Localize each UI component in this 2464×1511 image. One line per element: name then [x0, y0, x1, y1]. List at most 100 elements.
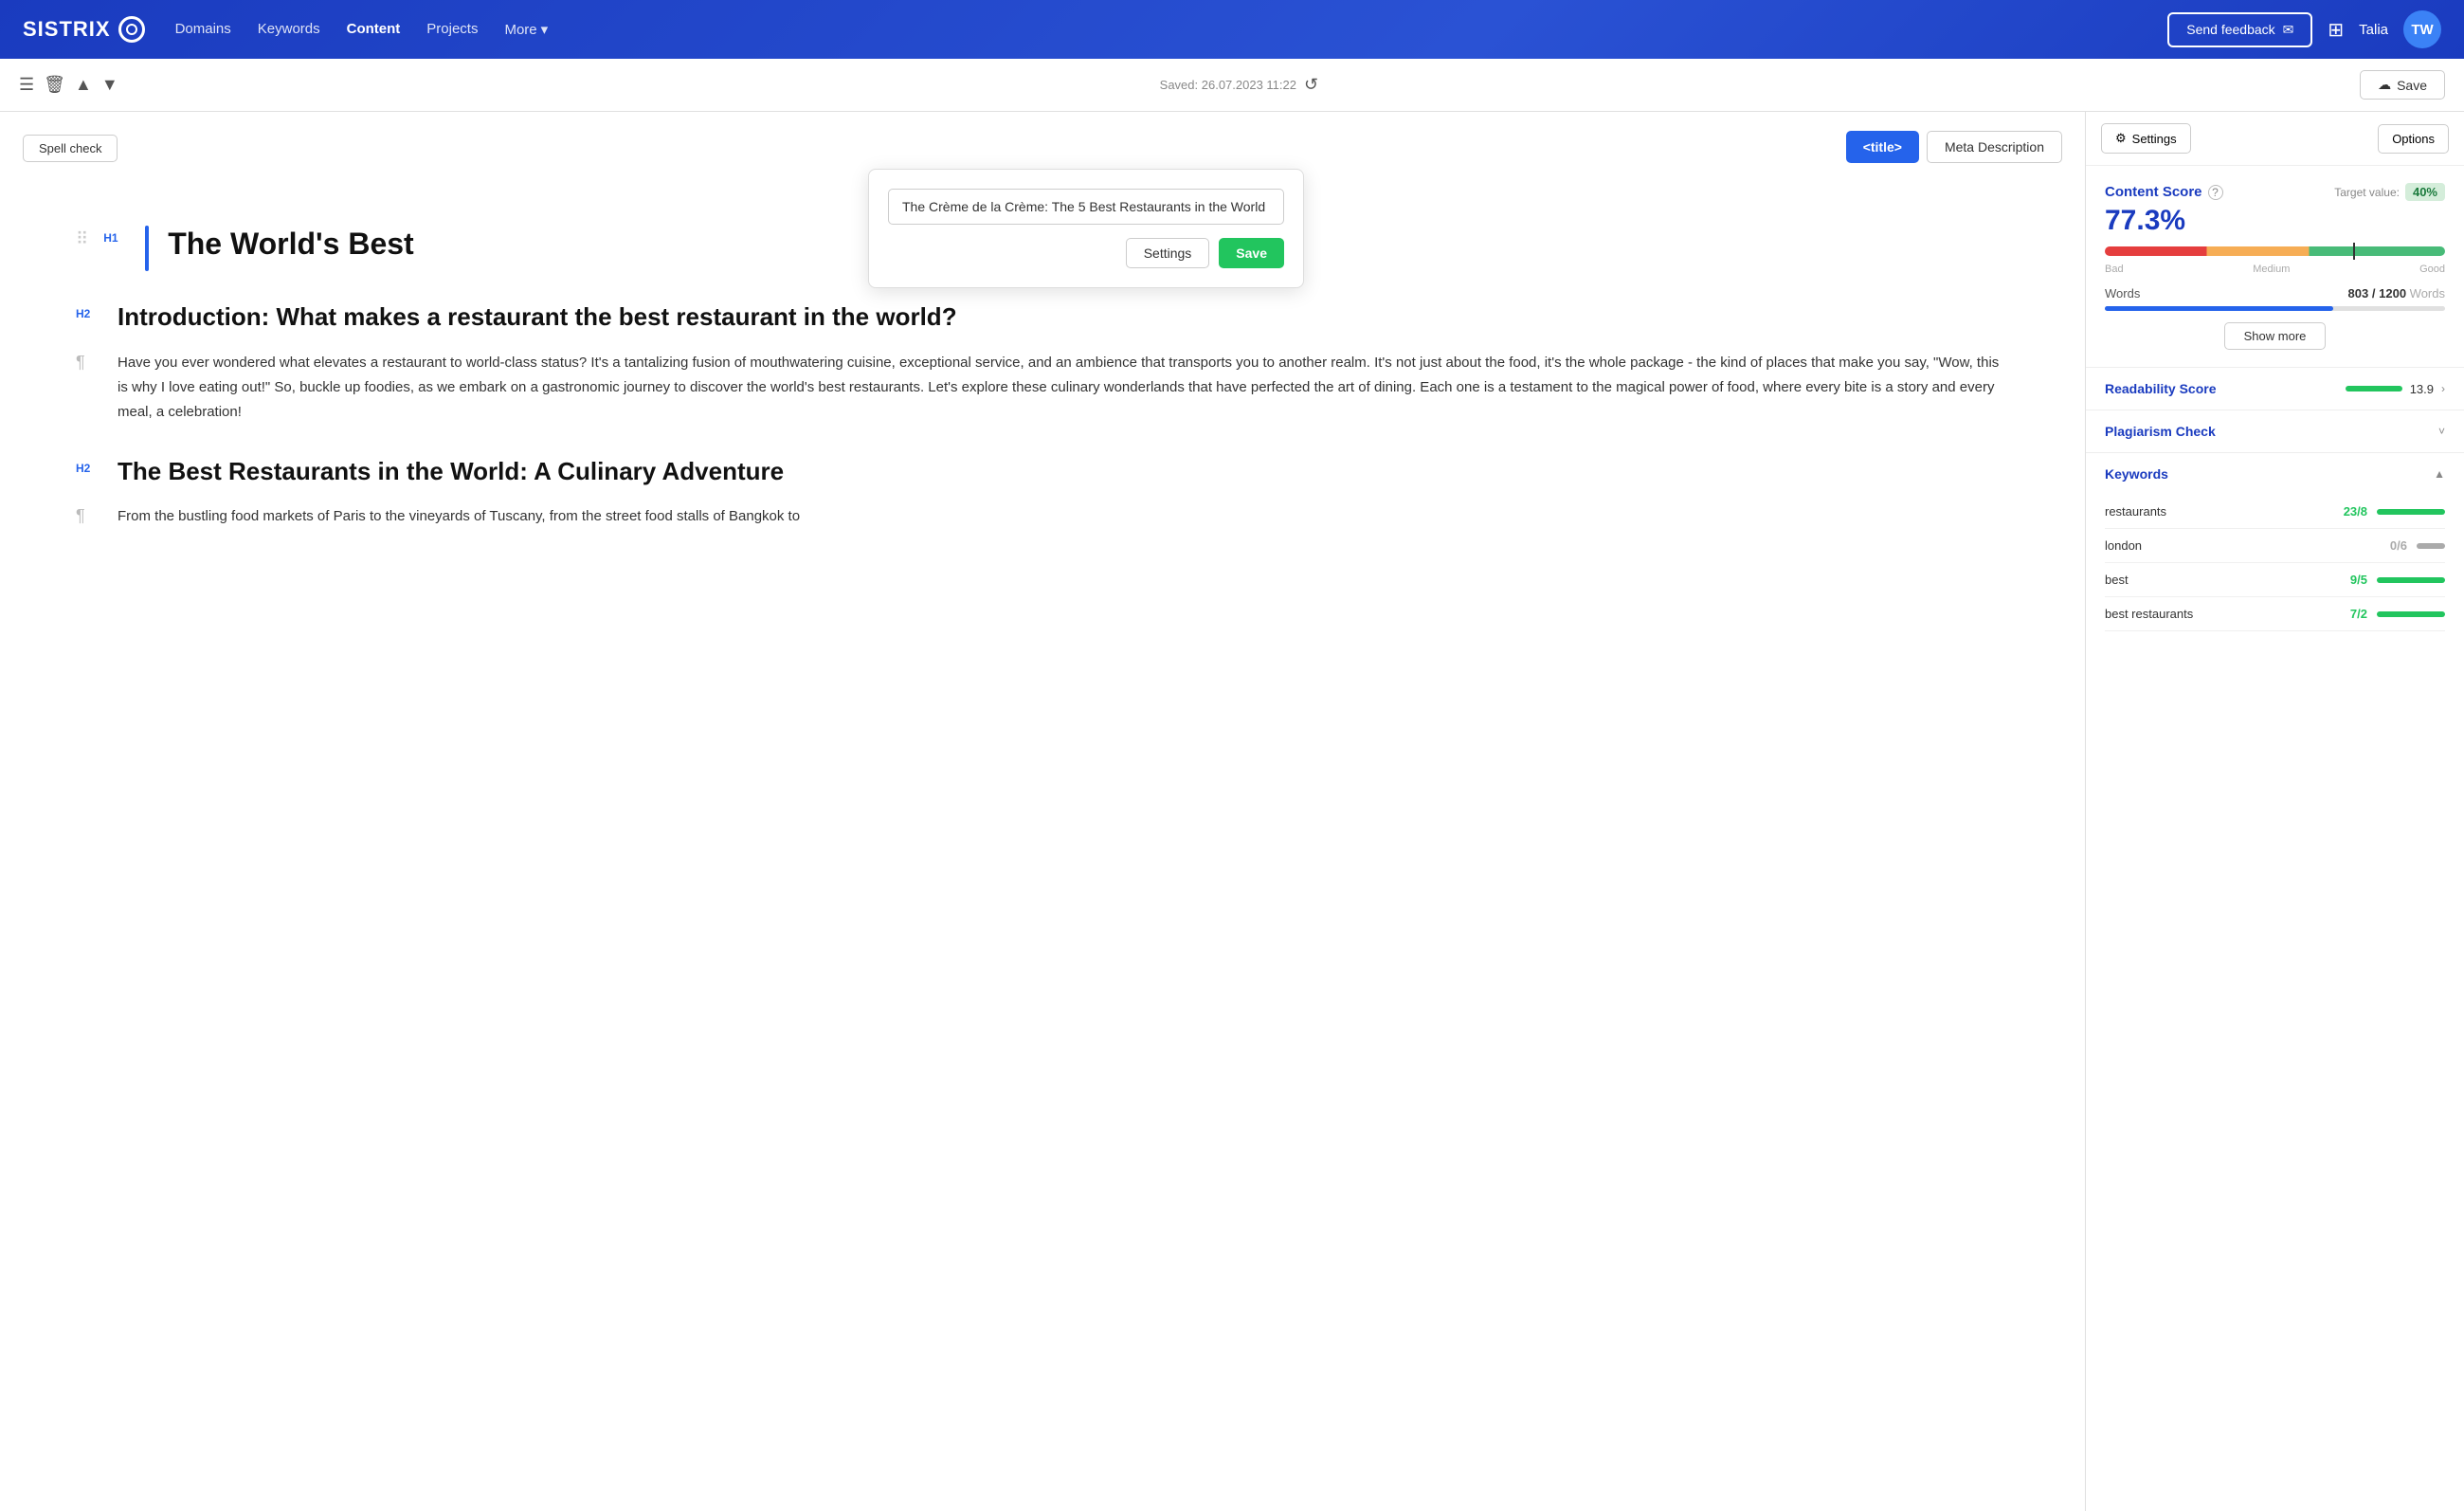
- score-labels: Bad Medium Good: [2105, 264, 2445, 275]
- title-popup-actions: Settings Save: [888, 238, 1284, 268]
- toolbar-center: Saved: 26.07.2023 11:22 ↺: [130, 75, 2348, 95]
- chevron-right-icon: ›: [2441, 382, 2445, 395]
- saved-text: Saved: 26.07.2023 11:22: [1160, 78, 1296, 92]
- nav-more[interactable]: More ▾: [504, 21, 548, 38]
- para-text-1[interactable]: Have you ever wondered what elevates a r…: [118, 351, 2009, 426]
- good-label: Good: [2419, 264, 2445, 275]
- toolbar-right: ☁ Save: [2360, 70, 2445, 100]
- nav-projects[interactable]: Projects: [426, 21, 478, 38]
- h2-block-2: H2 The Best Restaurants in the World: A …: [76, 456, 2009, 488]
- keywords-chevron-icon[interactable]: ▲: [2434, 467, 2445, 481]
- arrow-up-icon[interactable]: ▲: [75, 75, 92, 95]
- keyword-row-1: london 0/6: [2105, 529, 2445, 563]
- logo: SISTRIX: [23, 16, 145, 43]
- plagiarism-chevron-icon: ˅: [2438, 425, 2445, 438]
- keyword-bar-3: [2377, 611, 2445, 617]
- toolbar: ☰ 🗑 ▲ ▼ Saved: 26.07.2023 11:22 ↺ ☁ Save: [0, 59, 2464, 112]
- score-indicator: [2353, 243, 2364, 260]
- keywords-title: Keywords: [2105, 466, 2168, 482]
- nav-content[interactable]: Content: [347, 21, 401, 38]
- topnav: SISTRIX Domains Keywords Content Project…: [0, 0, 2464, 59]
- nav-right: Send feedback ✉ ⊞ Talia TW: [2167, 10, 2441, 48]
- nav-keywords[interactable]: Keywords: [258, 21, 320, 38]
- keyword-score-2: 9/5: [2322, 573, 2367, 587]
- keyword-name-2: best: [2105, 573, 2322, 587]
- show-more-button[interactable]: Show more: [2224, 322, 2327, 350]
- nav-links: Domains Keywords Content Projects More ▾: [175, 21, 2138, 38]
- readability-bar: [2346, 386, 2402, 391]
- chevron-down-icon: ▾: [541, 21, 549, 38]
- gear-icon: ⚙: [2115, 131, 2127, 146]
- panel-settings-button[interactable]: ⚙ Settings: [2101, 123, 2191, 154]
- para-icon-2: ¶: [76, 504, 106, 526]
- toolbar-left: ☰ 🗑 ▲ ▼: [19, 75, 118, 95]
- score-value: 77.3%: [2105, 205, 2445, 237]
- send-feedback-button[interactable]: Send feedback ✉: [2167, 12, 2312, 47]
- score-title-row: Content Score ? Target value: 40%: [2105, 183, 2445, 201]
- h2-block-1: H2 Introduction: What makes a restaurant…: [76, 301, 2009, 334]
- keyword-bar-0: [2377, 509, 2445, 515]
- content-score-title: Content Score: [2105, 184, 2202, 200]
- words-row: Words 803 / 1200 Words: [2105, 286, 2445, 300]
- score-bar-track: [2105, 246, 2445, 256]
- h1-label: H1: [103, 226, 134, 245]
- save-button[interactable]: ☁ Save: [2360, 70, 2445, 100]
- editor-tabs: <title> Meta Description: [1846, 131, 2062, 163]
- keyword-bar-2: [2377, 577, 2445, 583]
- keyword-name-1: london: [2105, 538, 2362, 553]
- right-panel: ⚙ Settings Options Content Score ? Targe…: [2085, 112, 2464, 1511]
- logo-icon: [118, 16, 145, 43]
- medium-label: Medium: [2253, 264, 2290, 275]
- keyword-row-0: restaurants 23/8: [2105, 495, 2445, 529]
- arrow-down-icon[interactable]: ▼: [101, 75, 118, 95]
- para-text-2[interactable]: From the bustling food markets of Paris …: [118, 504, 800, 529]
- target-label: Target value:: [2334, 186, 2400, 199]
- plagiarism-title: Plagiarism Check: [2105, 424, 2216, 439]
- h1-text[interactable]: The World's Best: [168, 226, 414, 262]
- content-score-section: Content Score ? Target value: 40% 77.3% …: [2086, 166, 2464, 368]
- keyword-row-2: best 9/5: [2105, 563, 2445, 597]
- plagiarism-section[interactable]: Plagiarism Check ˅: [2086, 410, 2464, 453]
- readability-section[interactable]: Readability Score 13.9 ›: [2086, 368, 2464, 410]
- score-bar: [2105, 246, 2445, 256]
- spell-check-button[interactable]: Spell check: [23, 135, 118, 162]
- keywords-section: Keywords ▲ restaurants 23/8 london 0/6 b…: [2086, 453, 2464, 645]
- nav-domains[interactable]: Domains: [175, 21, 231, 38]
- grid-icon[interactable]: ⊞: [2328, 18, 2344, 42]
- panel-header: ⚙ Settings Options: [2086, 112, 2464, 166]
- info-icon: ?: [2208, 185, 2223, 200]
- bad-label: Bad: [2105, 264, 2124, 275]
- avatar: TW: [2403, 10, 2441, 48]
- drag-handle-h1[interactable]: ⠿: [76, 226, 88, 249]
- target-value: 40%: [2405, 183, 2445, 201]
- user-name: Talia: [2359, 22, 2388, 38]
- keyword-score-3: 7/2: [2322, 607, 2367, 621]
- title-input[interactable]: [888, 189, 1284, 225]
- keywords-header: Keywords ▲: [2105, 466, 2445, 482]
- words-bar-track: [2105, 306, 2445, 311]
- keyword-score-1: 0/6: [2362, 538, 2407, 553]
- panel-options-button[interactable]: Options: [2378, 124, 2449, 154]
- title-popup: Settings Save: [868, 169, 1304, 288]
- readability-right: 13.9 ›: [2346, 382, 2445, 396]
- tab-meta-button[interactable]: Meta Description: [1927, 131, 2062, 163]
- h1-line: [145, 226, 149, 271]
- title-popup-settings-button[interactable]: Settings: [1126, 238, 1210, 268]
- tab-title-button[interactable]: <title>: [1846, 131, 1919, 163]
- words-label: Words: [2105, 286, 2140, 300]
- keyword-row-3: best restaurants 7/2: [2105, 597, 2445, 631]
- title-popup-save-button[interactable]: Save: [1219, 238, 1284, 268]
- editor-area[interactable]: Spell check <title> Meta Description Set…: [0, 112, 2085, 1511]
- words-count: 803 / 1200 Words: [2348, 286, 2445, 300]
- para-block-2: ¶ From the bustling food markets of Pari…: [76, 504, 2009, 529]
- list-icon[interactable]: ☰: [19, 75, 34, 95]
- words-bar-fill: [2105, 306, 2333, 311]
- h2-text-2[interactable]: The Best Restaurants in the World: A Cul…: [118, 456, 784, 488]
- logo-text: SISTRIX: [23, 17, 111, 42]
- cloud-icon: ☁: [2378, 77, 2391, 93]
- readability-value: 13.9: [2410, 382, 2434, 396]
- trash-icon[interactable]: 🗑: [44, 75, 65, 95]
- h2-text-1[interactable]: Introduction: What makes a restaurant th…: [118, 301, 957, 334]
- undo-icon[interactable]: ↺: [1304, 75, 1318, 95]
- h2-label-1: H2: [76, 301, 106, 320]
